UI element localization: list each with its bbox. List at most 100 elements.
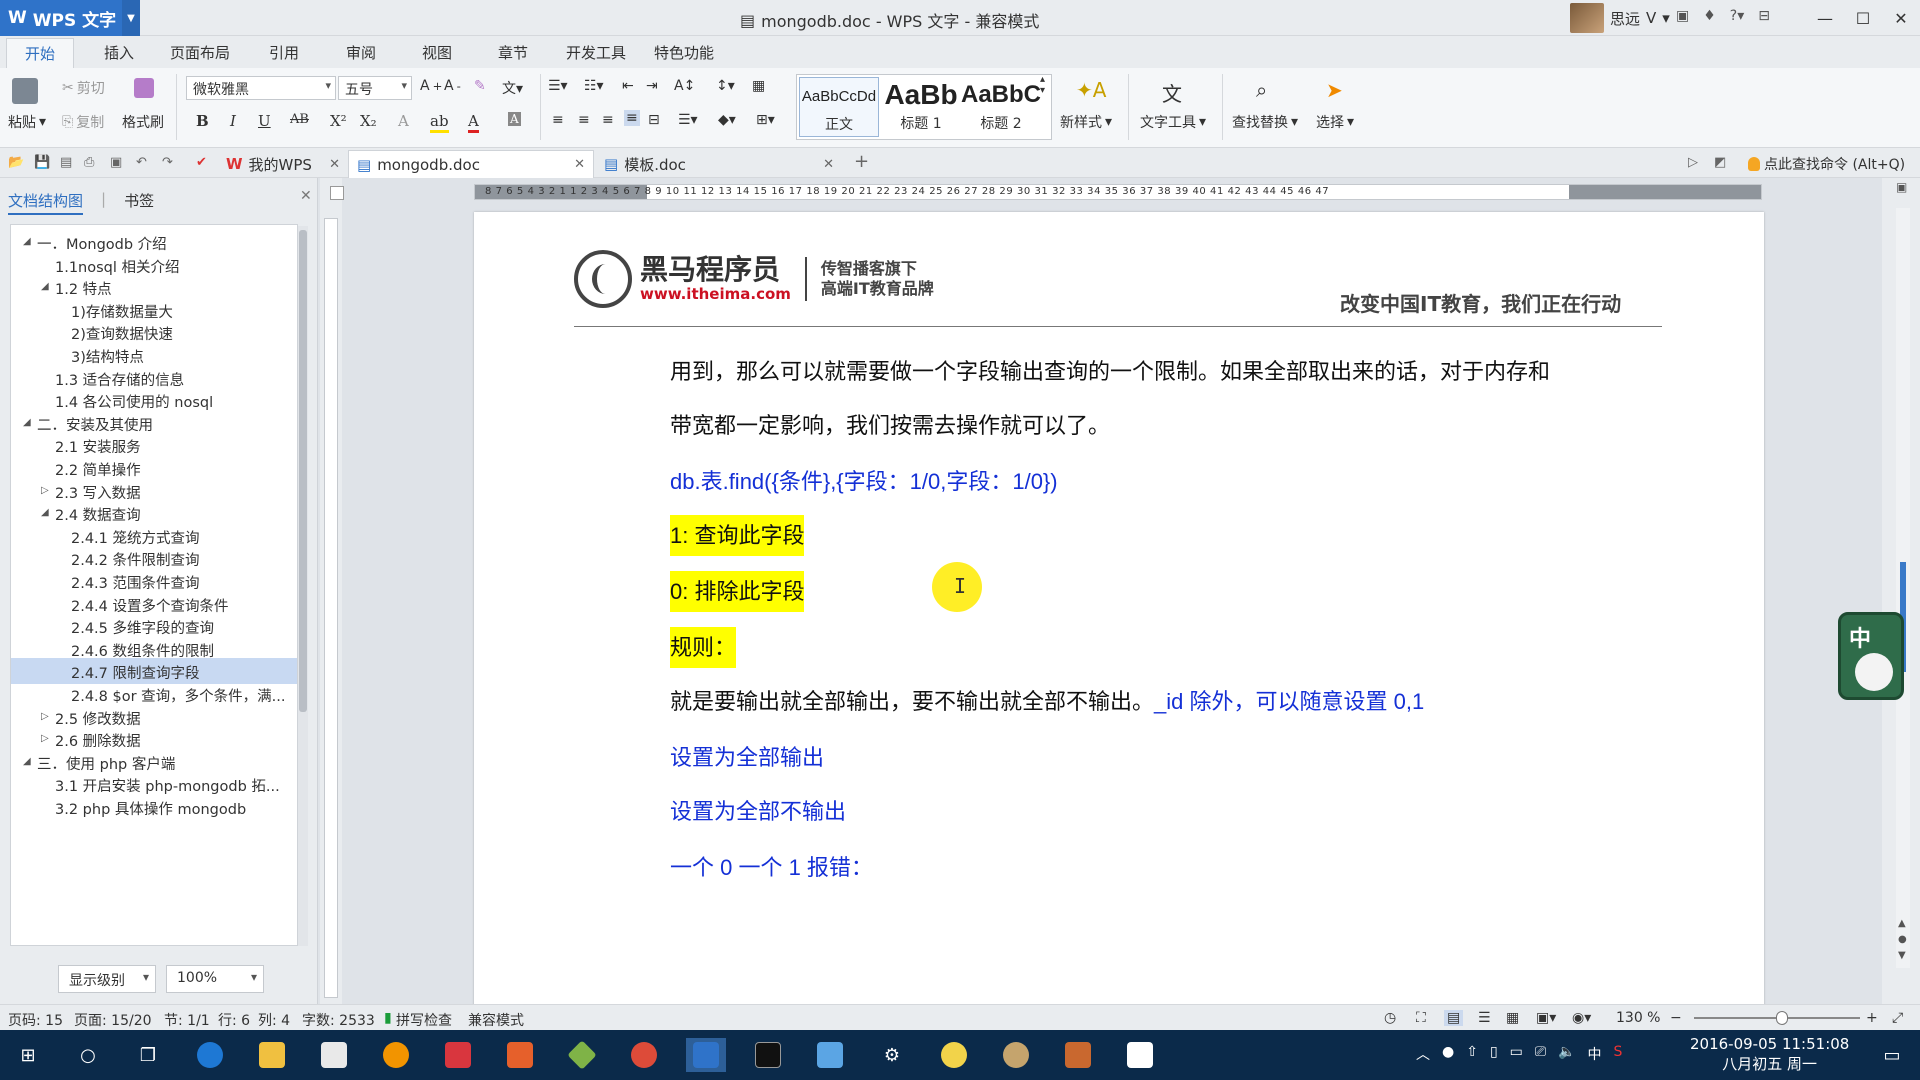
print-preview-icon[interactable]: ▣	[110, 155, 122, 170]
paragraph[interactable]: 就是要输出就全部输出，要不输出就全部不输出。_id 除外，可以随意设置 0,1	[670, 684, 1424, 716]
shirt-icon[interactable]: ♦	[1703, 8, 1716, 24]
close-icon[interactable]: ✕	[823, 157, 834, 172]
open-icon[interactable]: 📂	[8, 155, 24, 170]
font-color-icon[interactable]: A	[468, 112, 479, 133]
app-menu-button[interactable]: W WPS 文字 ▼	[0, 0, 140, 36]
skin-icon[interactable]: ▣	[1676, 8, 1689, 24]
expand-icon[interactable]: ▷	[41, 711, 49, 722]
close-icon[interactable]: ✕	[574, 157, 585, 172]
nav-zoom-select[interactable]: 100%	[166, 965, 264, 993]
screen-app-icon[interactable]	[810, 1038, 850, 1072]
save-icon[interactable]: 💾	[34, 155, 50, 170]
zoom-in-icon[interactable]: +	[1866, 1010, 1878, 1026]
slides-icon[interactable]	[1058, 1038, 1098, 1072]
text-direction-icon[interactable]: A↕	[674, 78, 695, 94]
paragraph[interactable]: 一个 0 一个 1 报错：	[670, 850, 873, 882]
collapse-icon[interactable]: ◢	[23, 417, 31, 428]
chevron-down-icon[interactable]: ▼	[122, 0, 140, 36]
sort-icon[interactable]: ↕▾	[716, 78, 735, 94]
borders-icon[interactable]: ⊞▾	[756, 112, 775, 128]
nav-item[interactable]: 3.2 php 具体操作 mongodb	[11, 794, 297, 820]
minimize-icon[interactable]: —	[1806, 0, 1844, 36]
bold-icon[interactable]: B	[196, 112, 209, 130]
collapse-icon[interactable]: ◢	[23, 236, 31, 247]
spell-check-button[interactable]: 拼写检查	[396, 1010, 452, 1030]
paint-icon[interactable]	[996, 1038, 1036, 1072]
align-left-icon[interactable]: ≡	[552, 112, 564, 128]
paragraph[interactable]: 带宽都一定影响，我们按需去操作就可以了。	[670, 408, 1110, 440]
sublime-icon[interactable]	[500, 1038, 540, 1072]
zoom-slider-handle[interactable]	[1776, 1011, 1788, 1025]
web-view-icon[interactable]: ▦	[1506, 1010, 1519, 1026]
nav-scrollbar[interactable]	[298, 226, 308, 946]
reading-view-icon[interactable]: ▣▾	[1536, 1010, 1556, 1026]
restore-ribbon-icon[interactable]: ⊟	[1758, 8, 1770, 24]
font-name-select[interactable]: 微软雅黑	[186, 76, 336, 100]
code-line[interactable]: db.表.find({条件},{字段：1/0,字段：1/0})	[670, 464, 1058, 496]
char-shading-icon[interactable]: A	[508, 112, 521, 126]
volume-icon[interactable]: 🔈	[1558, 1044, 1575, 1064]
find-command-box[interactable]: 点此查找命令 (Alt+Q)	[1748, 154, 1905, 174]
close-icon[interactable]: ✕	[300, 188, 312, 204]
paragraph[interactable]: 设置为全部不输出	[670, 794, 846, 826]
tab-home[interactable]: 开始	[6, 38, 75, 68]
tray-upload-icon[interactable]: ⇧	[1466, 1044, 1478, 1064]
ime-widget[interactable]: 中	[1838, 612, 1904, 700]
find-replace-button[interactable]: 查找替换 ▾	[1232, 112, 1298, 132]
style-heading-2[interactable]: AaBbC 标题 2	[961, 77, 1041, 137]
new-style-icon[interactable]: ✦A	[1076, 78, 1106, 102]
split-icon[interactable]: ▣	[1896, 180, 1907, 194]
tray-expand-icon[interactable]: ︿	[1416, 1044, 1430, 1064]
customize-icon[interactable]: ✔	[196, 155, 207, 170]
avatar[interactable]	[1570, 3, 1604, 33]
maximize-icon[interactable]: ☐	[1844, 0, 1882, 36]
collapse-icon[interactable]: ◢	[41, 281, 49, 292]
clear-format-icon[interactable]: ✎	[474, 78, 486, 94]
edge-icon[interactable]	[190, 1038, 230, 1072]
notification-icon[interactable]: ▭	[1872, 1038, 1912, 1072]
tab-bookmarks[interactable]: 书签	[124, 190, 154, 215]
line-spacing-icon[interactable]: ☰▾	[678, 112, 698, 128]
horizontal-ruler[interactable]: 8 7 6 5 4 3 2 1 1 2 3 4 5 6 7 8 9 10 11 …	[474, 184, 1762, 200]
text-tools-icon[interactable]: 文	[1162, 78, 1182, 107]
new-style-button[interactable]: 新样式 ▾	[1060, 112, 1112, 132]
paragraph[interactable]: 设置为全部输出	[670, 740, 824, 772]
format-painter-icon[interactable]	[134, 78, 154, 98]
messages-icon[interactable]	[1120, 1038, 1160, 1072]
paste-button[interactable]	[12, 78, 38, 104]
decrease-indent-icon[interactable]: ⇤	[622, 78, 634, 94]
collapse-icon[interactable]: ◢	[41, 507, 49, 518]
close-icon[interactable]: ✕	[1882, 0, 1920, 36]
phonetic-icon[interactable]: 文▾	[502, 78, 523, 98]
tray-phone-icon[interactable]: ▯	[1490, 1044, 1498, 1064]
tab-stop-selector[interactable]	[330, 186, 344, 200]
chevron-down-icon[interactable]: ▾	[1662, 9, 1670, 27]
settings-gear-icon[interactable]: ⚙	[872, 1038, 912, 1072]
highlight-icon[interactable]: ab	[430, 112, 449, 133]
collapse-icon[interactable]: ◢	[23, 756, 31, 767]
table-icon[interactable]: ▦	[752, 78, 765, 94]
doc-list-icon[interactable]: ▷	[1688, 155, 1698, 170]
tab-page-layout[interactable]: 页面布局	[170, 42, 230, 63]
user-account[interactable]: 思远 V ▾	[1570, 3, 1670, 33]
select-button[interactable]: 选择 ▾	[1316, 112, 1354, 132]
zoom-out-icon[interactable]: −	[1670, 1010, 1682, 1026]
highlighted-paragraph[interactable]: 规则：	[670, 627, 737, 668]
tab-view[interactable]: 视图	[422, 42, 452, 63]
sogou-icon[interactable]: S	[1614, 1044, 1623, 1064]
superscript-icon[interactable]: X²	[330, 112, 347, 130]
format-painter-button[interactable]: 格式刷	[122, 112, 164, 132]
cut-button[interactable]: ✂ 剪切	[62, 78, 105, 98]
paste-label-button[interactable]: 粘贴 ▾	[8, 112, 46, 132]
network-icon[interactable]: ⎚	[1535, 1044, 1546, 1064]
style-gallery[interactable]: AaBbCcDd 正文 AaBb 标题 1 AaBbC 标题 2	[796, 74, 1052, 140]
media-player-icon[interactable]	[376, 1038, 416, 1072]
chrome-icon[interactable]	[624, 1038, 664, 1072]
numbered-list-icon[interactable]: ☷▾	[584, 78, 604, 94]
expand-icon[interactable]: ▷	[41, 485, 49, 496]
increase-indent-icon[interactable]: ⇥	[646, 78, 658, 94]
page-view-icon[interactable]: ▤	[1444, 1010, 1464, 1026]
tab-my-wps[interactable]: W 我的WPS ✕	[218, 150, 348, 178]
highlighted-paragraph[interactable]: 0: 排除此字段	[670, 571, 805, 612]
tab-insert[interactable]: 插入	[104, 42, 134, 63]
